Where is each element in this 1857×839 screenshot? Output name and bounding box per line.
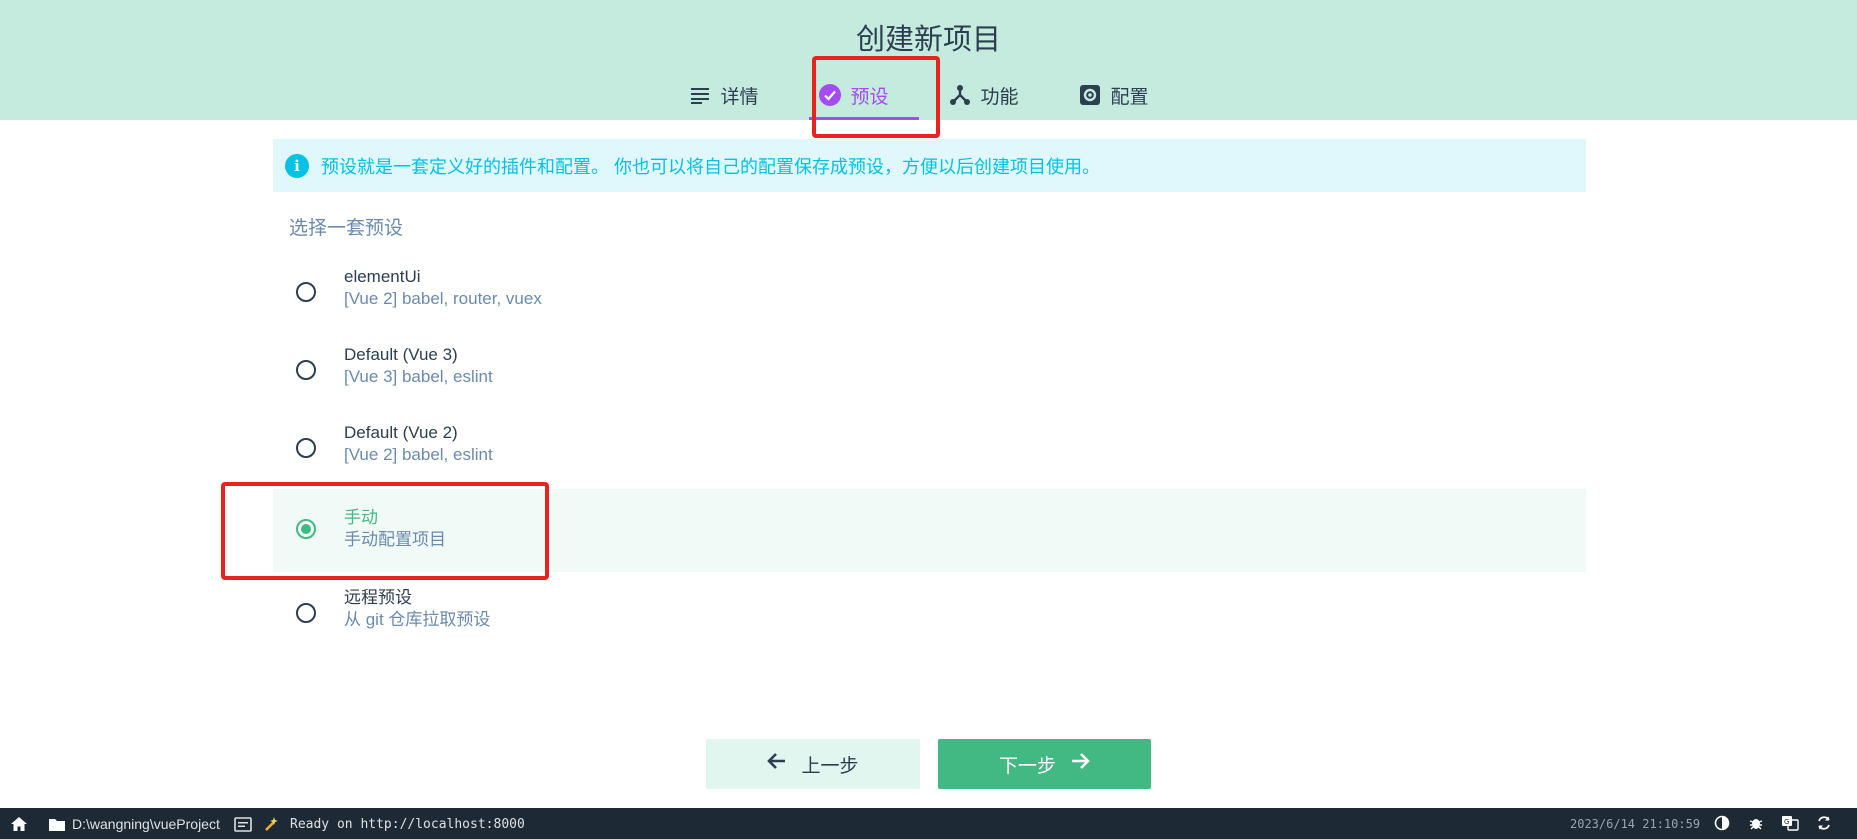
settings-icon	[1079, 84, 1101, 106]
preset-option-selected[interactable]: 手动 手动配置项目	[273, 489, 1586, 572]
log-text: Ready on http://localhost:8000	[290, 816, 525, 832]
translate-icon[interactable]: G	[1781, 814, 1799, 832]
sparkle-icon	[262, 815, 280, 833]
section-label: 选择一套预设	[289, 218, 404, 239]
prev-button[interactable]: 上一步	[706, 739, 920, 789]
console-icon	[234, 815, 252, 833]
prev-label: 上一步	[801, 755, 859, 777]
tab-label: 详情	[720, 86, 759, 108]
radio-button-checked[interactable]	[296, 519, 316, 539]
info-banner: i 预设就是一套定义好的插件和配置。 你也可以将自己的配置保存成预设，方便以后创…	[273, 139, 1586, 192]
tab-preset[interactable]: 预设	[799, 70, 929, 120]
tab-label: 配置	[1110, 86, 1149, 108]
radio-button[interactable]	[296, 603, 316, 623]
step-tabs: 详情 预设 功能 配置	[0, 70, 1857, 120]
refresh-icon[interactable]	[1815, 814, 1833, 832]
tab-label: 功能	[980, 86, 1019, 108]
page-title: 创建新项目	[855, 24, 1001, 56]
check-circle-icon	[818, 84, 841, 106]
folder-path: D:\wangning\vueProject	[72, 816, 220, 832]
preset-desc: 手动配置项目	[344, 530, 446, 549]
tab-label: 预设	[850, 86, 889, 108]
arrow-right-icon	[1070, 752, 1090, 776]
radio-button[interactable]	[296, 438, 316, 458]
dark-mode-icon[interactable]	[1713, 814, 1731, 832]
preset-name: elementUi	[344, 267, 421, 286]
preset-name: Default (Vue 2)	[344, 423, 458, 442]
preset-desc: [Vue 2] babel, router, vuex	[344, 289, 542, 308]
fork-icon	[949, 84, 971, 106]
tab-details[interactable]: 详情	[669, 70, 799, 120]
preset-option[interactable]: Default (Vue 3) [Vue 3] babel, eslint	[273, 330, 1586, 410]
folder-icon	[48, 815, 66, 833]
page-header: 创建新项目 详情 预设 功能 配置	[0, 0, 1857, 120]
radio-button[interactable]	[296, 282, 316, 302]
log-output[interactable]: Ready on http://localhost:8000	[234, 815, 525, 833]
preset-option[interactable]: Default (Vue 2) [Vue 2] babel, eslint	[273, 408, 1586, 488]
bug-icon[interactable]	[1747, 814, 1765, 832]
preset-name: Default (Vue 3)	[344, 345, 458, 364]
info-icon: i	[285, 153, 309, 178]
svg-text:G: G	[1784, 818, 1789, 826]
info-text: 预设就是一套定义好的插件和配置。 你也可以将自己的配置保存成预设，方便以后创建项…	[321, 156, 1100, 177]
next-button[interactable]: 下一步	[938, 739, 1151, 789]
preset-desc: [Vue 3] babel, eslint	[344, 367, 493, 386]
status-bar: D:\wangning\vueProject Ready on http://l…	[0, 808, 1857, 839]
preset-desc: [Vue 2] babel, eslint	[344, 445, 493, 464]
preset-option[interactable]: 远程预设 从 git 仓库拉取预设	[273, 573, 1586, 653]
project-folder[interactable]: D:\wangning\vueProject	[48, 815, 220, 833]
radio-dot	[301, 524, 311, 534]
radio-button[interactable]	[296, 360, 316, 380]
preset-name: 远程预设	[344, 588, 412, 607]
preset-option[interactable]: elementUi [Vue 2] babel, router, vuex	[273, 252, 1586, 332]
tab-features[interactable]: 功能	[929, 70, 1059, 120]
arrow-left-icon	[767, 752, 787, 776]
tab-config[interactable]: 配置	[1059, 70, 1189, 120]
timestamp: 2023/6/14 21:10:59	[1570, 817, 1701, 831]
preset-name: 手动	[344, 508, 378, 527]
status-actions: G	[1713, 814, 1833, 832]
next-label: 下一步	[998, 755, 1056, 777]
home-icon[interactable]	[10, 815, 28, 833]
list-icon	[689, 84, 711, 106]
preset-desc: 从 git 仓库拉取预设	[344, 610, 491, 629]
